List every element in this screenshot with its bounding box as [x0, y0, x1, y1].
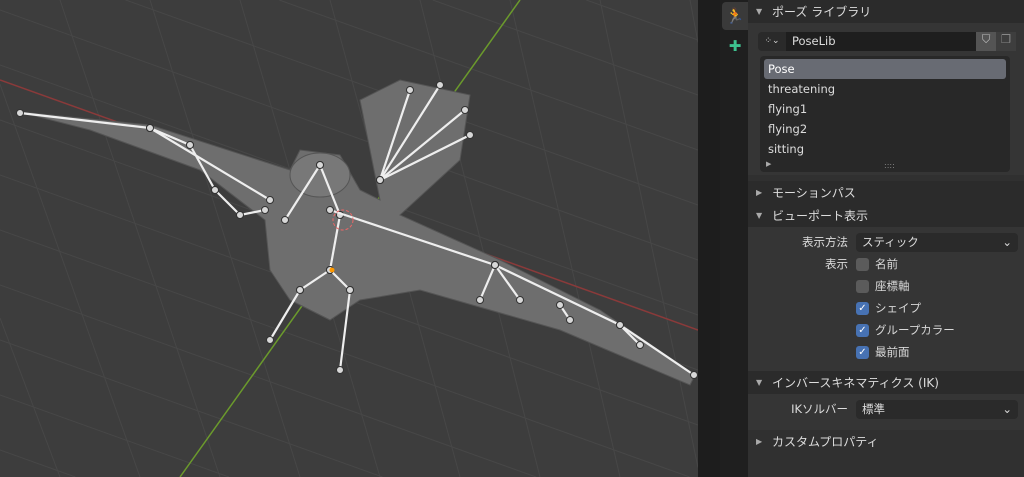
duplicate-icon[interactable]: ❐	[996, 31, 1016, 51]
custom-properties-header[interactable]: ▶ カスタムプロパティ	[748, 430, 1024, 453]
bone-joint	[261, 206, 269, 214]
checkbox-axes[interactable]	[856, 279, 869, 293]
bone-joint	[336, 366, 344, 374]
grid-line	[279, 0, 698, 151]
fake-user-shield-icon[interactable]: ⛉	[976, 31, 996, 51]
section-title: インバースキネマティクス (IK)	[772, 376, 939, 390]
pose-list-item[interactable]: flying2	[764, 119, 1006, 139]
grid-line	[0, 284, 537, 477]
pose-list-item[interactable]: flying1	[764, 99, 1006, 119]
bone-joint	[406, 86, 414, 94]
ik-body: IKソルバー 標準 ⌄	[748, 394, 1024, 430]
pose-library-header[interactable]: ▼ ポーズ ライブラリ	[748, 0, 1024, 23]
display-as-dropdown[interactable]: スティック ⌄	[856, 232, 1018, 252]
grid-line	[0, 84, 141, 477]
pose-list-item[interactable]: sitting	[764, 139, 1006, 159]
option-label: 座標軸	[875, 279, 910, 293]
grid-line	[0, 394, 230, 477]
bone-joint	[690, 371, 698, 379]
bone-joint	[236, 211, 244, 219]
bone-joint	[16, 109, 24, 117]
pose-tab-icon[interactable]: 🏃	[722, 2, 748, 30]
bone-joint	[316, 161, 324, 169]
grid-line	[59, 0, 221, 477]
bone-joint	[346, 286, 354, 294]
properties-panel: ▼ ポーズ ライブラリ ⁘⌄ PoseLib ⛉ ❐ Pose threateni…	[748, 0, 1024, 477]
properties-tabs: 🏃 ✚	[720, 0, 748, 477]
chevron-down-icon: ⌄	[1002, 402, 1012, 416]
pose-library-body: ⁘⌄ PoseLib ⛉ ❐ Pose threatening flying1 …	[748, 23, 1024, 175]
bone-joint	[281, 216, 289, 224]
option-label: シェイプ	[875, 301, 921, 315]
bone-joint	[476, 296, 484, 304]
3d-viewport[interactable]	[0, 0, 698, 477]
expanded-icon: ▼	[756, 211, 763, 220]
region-divider	[698, 0, 720, 477]
bone-joint	[466, 131, 474, 139]
collapsed-icon: ▶	[756, 437, 763, 446]
grid-line	[689, 0, 698, 43]
section-title: モーションパス	[772, 186, 856, 200]
display-as-label: 表示方法	[802, 235, 848, 249]
pose-list-item[interactable]: Pose	[764, 59, 1006, 79]
grid-line	[586, 0, 698, 41]
bone-joint	[266, 196, 274, 204]
expanded-icon: ▼	[756, 378, 763, 387]
chevron-down-icon: ⌄	[1002, 235, 1012, 249]
option-label: 最前面	[875, 345, 910, 359]
bone-joint	[516, 296, 524, 304]
poselib-name-field[interactable]: PoseLib	[786, 31, 976, 51]
ik-solver-dropdown[interactable]: 標準 ⌄	[856, 399, 1018, 419]
armature-browse-icon[interactable]: ⁘⌄	[758, 31, 786, 51]
grid-line	[432, 0, 698, 96]
bone-joint	[491, 261, 499, 269]
bone-joint	[376, 176, 384, 184]
bone-joint	[146, 124, 154, 132]
bone-joint	[266, 336, 274, 344]
bone-joint	[211, 186, 219, 194]
viewport-scene	[0, 0, 698, 477]
option-label: 名前	[875, 257, 898, 271]
section-title: ビューポート表示	[772, 209, 869, 223]
checkbox-group-colors[interactable]: ✓	[856, 323, 869, 337]
grid-line	[599, 0, 698, 468]
show-label: 表示	[825, 257, 848, 271]
list-filter-toggle-icon[interactable]: ▶	[766, 160, 771, 168]
bone-joint	[566, 316, 574, 324]
bone-joint	[186, 141, 194, 149]
bone-joint	[436, 81, 444, 89]
bone-tab-icon[interactable]: ✚	[722, 32, 748, 60]
grid-line	[509, 0, 621, 477]
motion-paths-header[interactable]: ▶ モーションパス	[748, 181, 1024, 204]
bone-joint	[461, 106, 469, 114]
ik-header[interactable]: ▼ インバースキネマティクス (IK)	[748, 371, 1024, 394]
section-title: カスタムプロパティ	[772, 435, 879, 449]
pose-list-item[interactable]: threatening	[764, 79, 1006, 99]
checkbox-names[interactable]	[856, 257, 869, 271]
bone-joint	[616, 321, 624, 329]
viewport-display-body: 表示方法 スティック ⌄ 表示 名前 座標軸 ✓ シェイプ ✓ グループカラー ✓ 最前面	[748, 227, 1024, 371]
ik-solver-label: IKソルバー	[791, 402, 848, 416]
dropdown-value: スティック	[862, 235, 919, 249]
grid-line	[0, 339, 383, 477]
collapsed-icon: ▶	[756, 188, 763, 197]
bone-joint	[296, 286, 304, 294]
origin-point	[329, 267, 335, 273]
bone-joint	[556, 301, 564, 309]
viewport-display-header[interactable]: ▼ ビューポート表示	[748, 204, 1024, 227]
pose-list[interactable]: Pose threatening flying1 flying2 sitting…	[760, 56, 1010, 172]
expanded-icon: ▼	[756, 7, 763, 16]
bone-joint	[326, 206, 334, 214]
grid-line	[0, 449, 76, 477]
checkbox-in-front[interactable]: ✓	[856, 345, 869, 359]
list-resize-handle[interactable]: ::::	[884, 161, 895, 170]
dropdown-value: 標準	[862, 402, 885, 416]
option-label: グループカラー	[875, 323, 955, 337]
bone-joint	[636, 341, 644, 349]
section-title: ポーズ ライブラリ	[772, 5, 872, 19]
checkbox-shapes[interactable]: ✓	[856, 301, 869, 315]
